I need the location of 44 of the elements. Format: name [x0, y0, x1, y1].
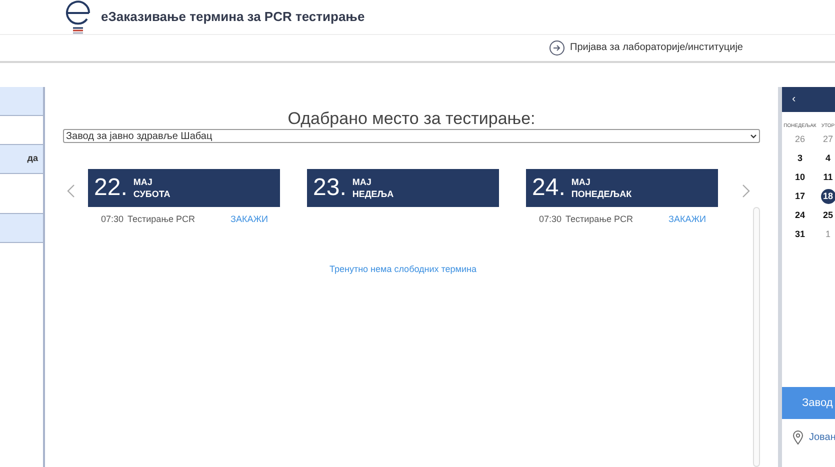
sidebar-item[interactable]: [0, 214, 43, 243]
sidebar-item[interactable]: [0, 87, 43, 116]
calendar-day[interactable]: 26: [792, 132, 808, 147]
calendar-day[interactable]: 27: [820, 132, 835, 147]
institution-name: Завод: [802, 396, 833, 411]
slot-name: Тестирање PCR: [566, 213, 634, 226]
chevron-right-icon[interactable]: [742, 184, 750, 198]
site-title: еЗаказивање термина за PCR тестирање: [101, 8, 365, 26]
weekday-label: СУБОТА: [133, 188, 170, 200]
lab-login-link[interactable]: Пријава за лабораторије/институције: [570, 40, 743, 56]
calendar-day[interactable]: 3: [792, 151, 808, 166]
calendar-day[interactable]: 1: [820, 227, 835, 242]
prev-month-button[interactable]: ‹: [792, 91, 796, 108]
slot-name: Тестирање PCR: [128, 213, 196, 226]
calendar-day[interactable]: 11: [820, 170, 835, 185]
calendar-day[interactable]: 10: [792, 170, 808, 185]
section-heading: Одабрано место за тестирање:: [286, 109, 536, 129]
calendar-day[interactable]: 18: [820, 189, 835, 204]
weekday-label: ПОНЕДЕЉАК: [571, 188, 632, 200]
calendar-day[interactable]: 25: [820, 208, 835, 223]
slot-time: 07:30: [101, 213, 124, 226]
weekday-label: НЕДЕЉА: [352, 188, 394, 200]
sidebar-text: да: [27, 152, 38, 166]
institution-address: Јован: [809, 431, 835, 445]
no-slots-message: Тренутно нема слободних термина: [329, 263, 477, 276]
location-select[interactable]: Завод за јавно здравље Шабац: [63, 129, 760, 143]
month-label: МАЈ: [352, 176, 372, 188]
calendar-day[interactable]: 24: [792, 208, 808, 223]
month-label: МАЈ: [133, 176, 154, 188]
day-number: 24.: [532, 176, 566, 200]
slot-time: 07:30: [539, 213, 562, 226]
calendar-day[interactable]: 17: [792, 189, 808, 204]
scrollbar[interactable]: [753, 207, 760, 467]
chevron-left-icon[interactable]: [67, 184, 75, 198]
sidebar-item[interactable]: да: [0, 145, 43, 174]
arrow-circle-icon: [549, 40, 565, 56]
logo-icon: [65, 0, 91, 34]
day-number: 23.: [313, 176, 346, 200]
month-label: МАЈ: [571, 176, 592, 188]
chevron-down-icon: [750, 134, 757, 138]
day-number: 22.: [94, 176, 128, 200]
calendar-day[interactable]: 4: [820, 151, 835, 166]
location-pin-icon: [792, 430, 804, 445]
calendar-day[interactable]: 31: [792, 227, 808, 242]
